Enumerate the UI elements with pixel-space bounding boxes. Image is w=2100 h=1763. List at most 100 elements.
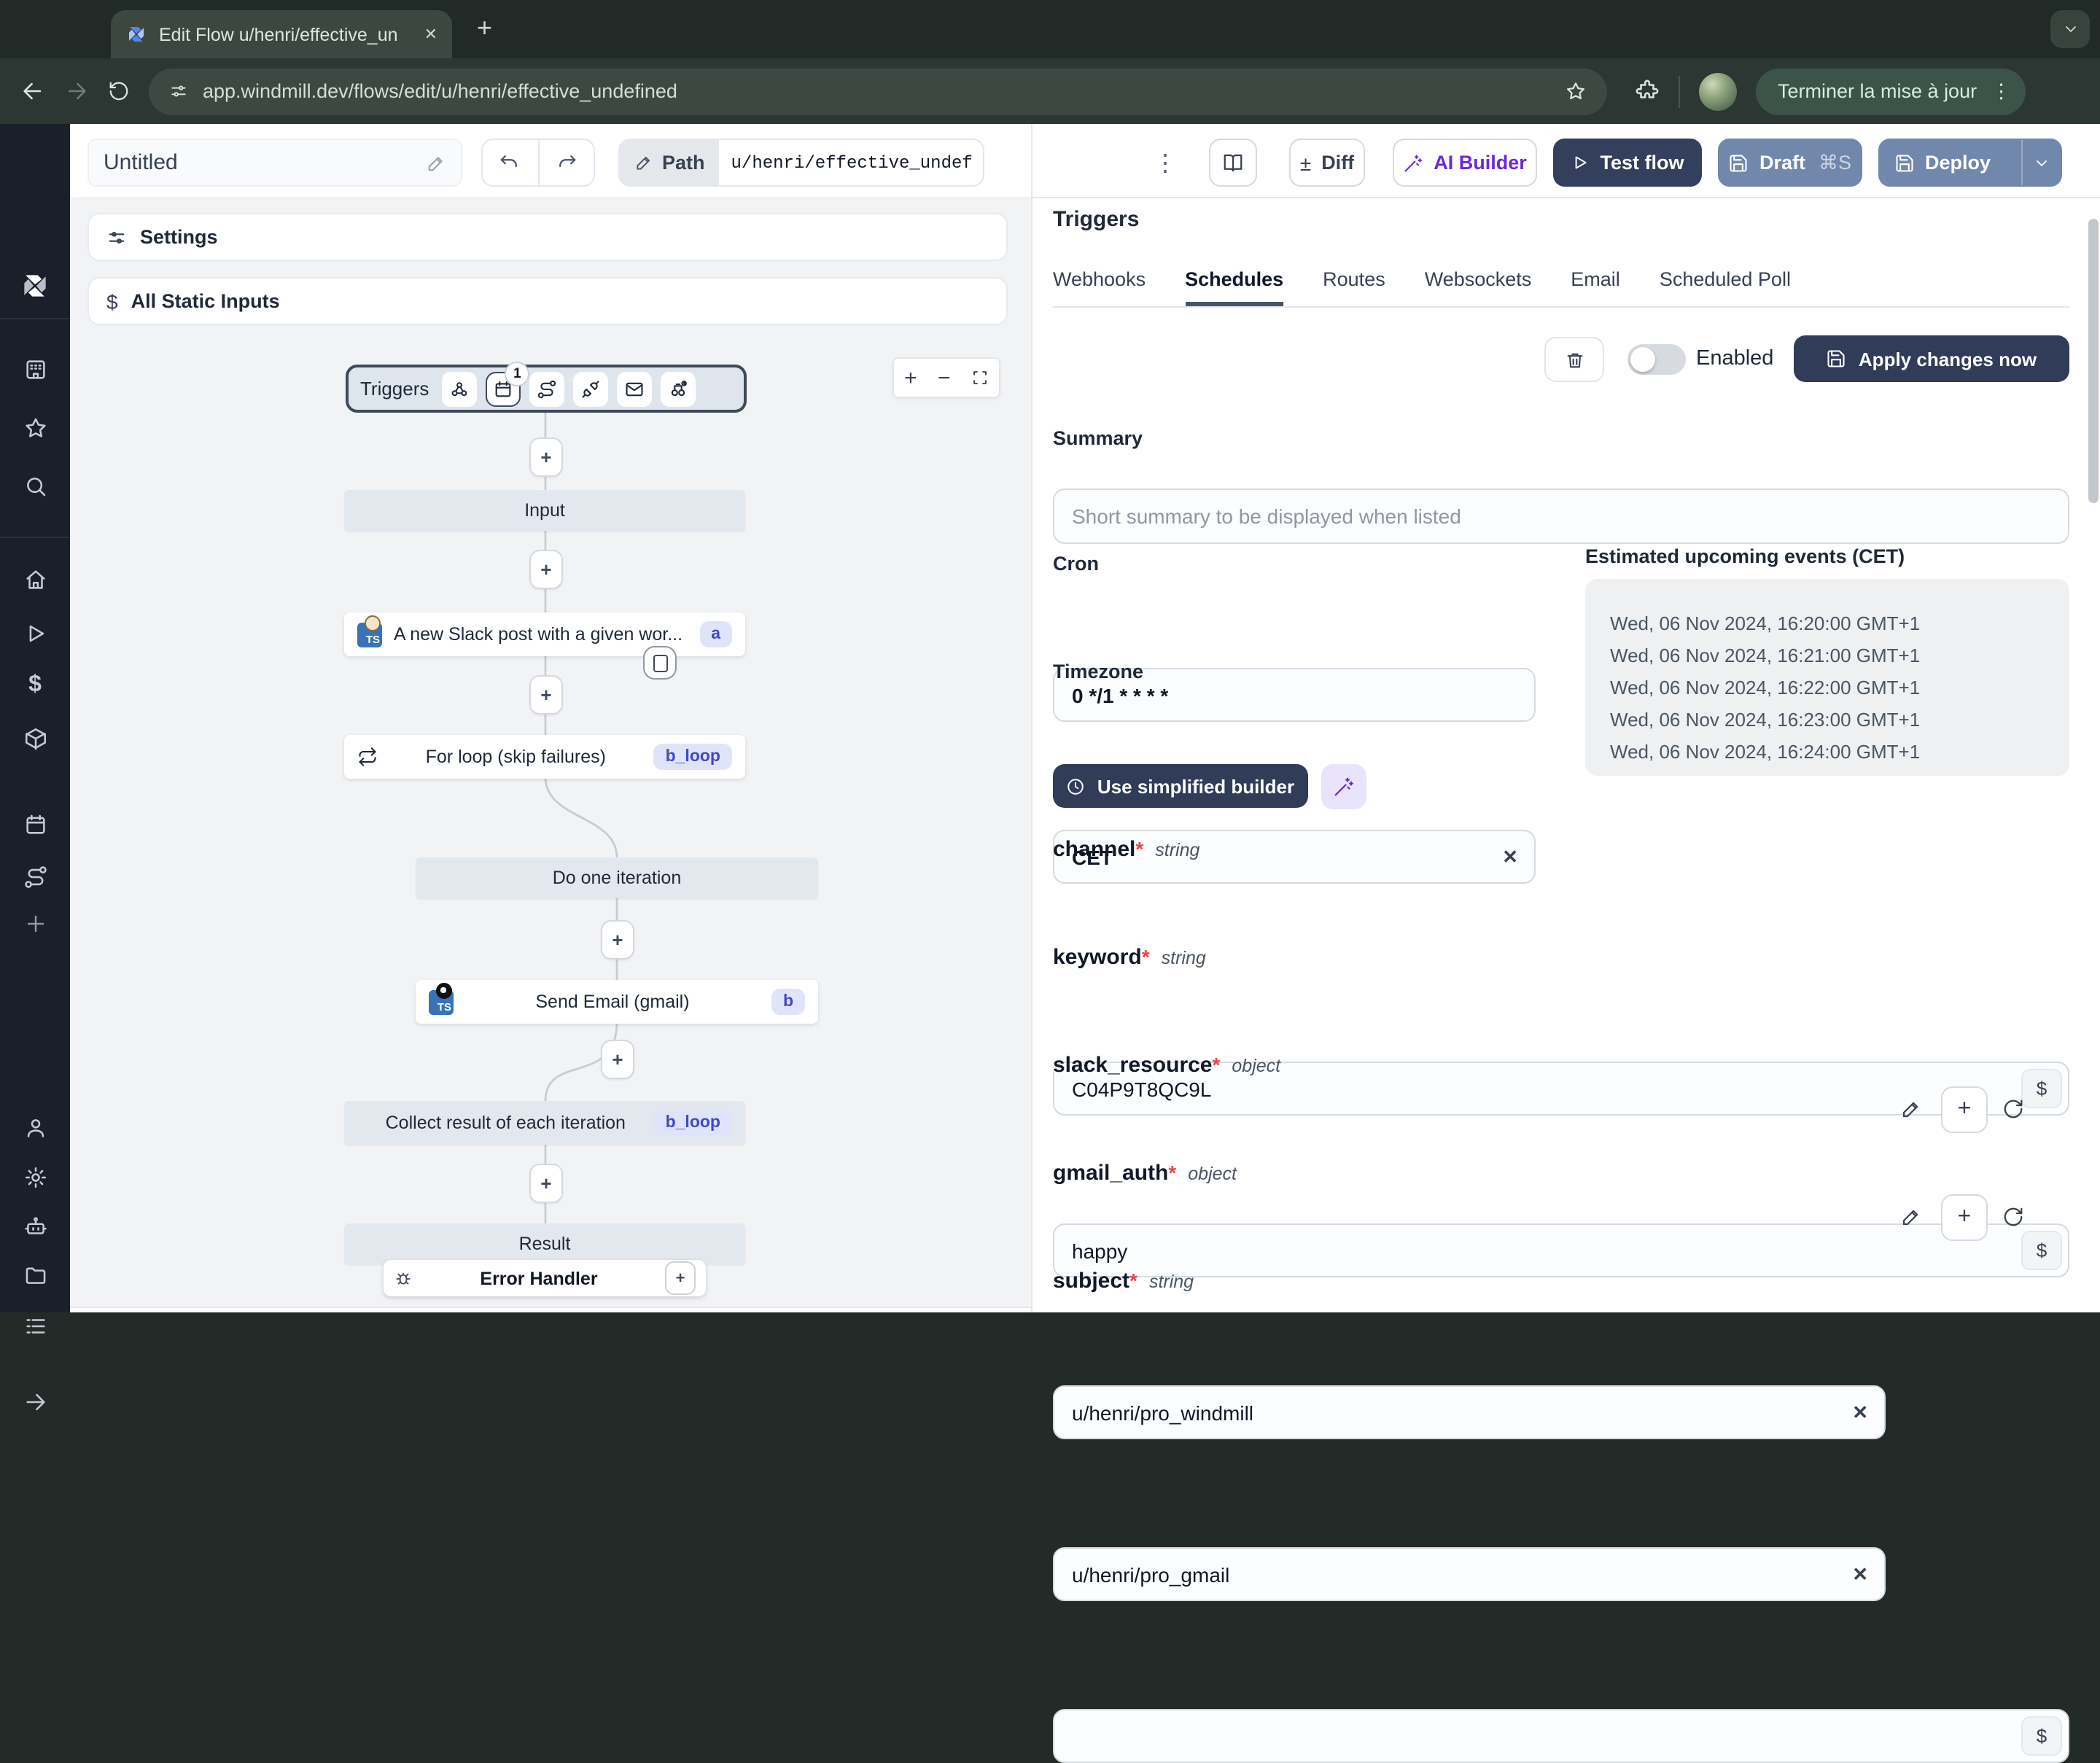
- insert-step-button[interactable]: +: [601, 1040, 634, 1079]
- undo-button[interactable]: [483, 140, 539, 185]
- route-trigger-icon[interactable]: [529, 371, 565, 406]
- sidebar-item-routes[interactable]: [0, 865, 70, 890]
- tab-webhooks[interactable]: Webhooks: [1053, 268, 1146, 306]
- refresh-resource-icon[interactable]: [2002, 1206, 2024, 1228]
- clear-timezone-icon[interactable]: ✕: [1502, 845, 1518, 868]
- ai-cron-wand-button[interactable]: [1321, 764, 1366, 809]
- reload-icon[interactable]: [108, 80, 130, 102]
- new-tab-button[interactable]: +: [477, 13, 492, 44]
- sidebar-item-variables[interactable]: $: [0, 672, 70, 698]
- zoom-in-button[interactable]: +: [904, 365, 917, 390]
- keyword-input[interactable]: [1054, 1239, 2068, 1262]
- clear-resource-icon[interactable]: ✕: [1852, 1401, 1868, 1424]
- scheduled-poll-trigger-icon[interactable]: [661, 371, 696, 406]
- browser-update-button[interactable]: Terminer la mise à jour ⋮: [1756, 68, 2026, 114]
- add-resource-button[interactable]: +: [1941, 1086, 1988, 1133]
- edit-name-pencil-icon[interactable]: [426, 152, 446, 173]
- interpolate-button[interactable]: $: [2021, 1716, 2062, 1756]
- email-trigger-icon[interactable]: [617, 371, 653, 406]
- stop-after-if-button[interactable]: [643, 646, 677, 680]
- do-one-iteration-node[interactable]: Do one iteration: [416, 857, 818, 898]
- redo-button[interactable]: [539, 140, 594, 185]
- sidebar-expand-arrow-icon[interactable]: [0, 1390, 70, 1414]
- gmail-auth-input[interactable]: [1054, 1562, 1884, 1586]
- collect-result-node[interactable]: Collect result of each iteration b_loop: [344, 1101, 745, 1145]
- forloop-node[interactable]: For loop (skip failures) b_loop: [344, 735, 745, 779]
- site-settings-icon[interactable]: [169, 82, 188, 101]
- browser-menu-kebab-icon[interactable]: ⋮: [1991, 79, 2011, 103]
- profile-avatar[interactable]: [1699, 72, 1737, 110]
- sidebar-item-runs[interactable]: [0, 621, 70, 646]
- interpolate-button[interactable]: $: [2021, 1069, 2062, 1108]
- windmill-logo[interactable]: [0, 270, 70, 302]
- sidebar-item-resources[interactable]: [0, 726, 70, 751]
- tab-close-icon[interactable]: ✕: [424, 25, 438, 44]
- channel-input[interactable]: [1054, 1077, 2068, 1100]
- insert-step-button[interactable]: +: [529, 1164, 563, 1203]
- insert-step-button[interactable]: +: [529, 550, 563, 589]
- sidebar-item-folders[interactable]: [0, 1263, 70, 1288]
- sidebar-item-favorites[interactable]: [0, 416, 70, 440]
- error-handler-node[interactable]: Error Handler +: [384, 1260, 706, 1296]
- zoom-out-button[interactable]: −: [938, 365, 951, 390]
- url-bar[interactable]: app.windmill.dev/flows/edit/u/henri/effe…: [149, 68, 1607, 114]
- ai-builder-button[interactable]: AI Builder: [1393, 139, 1537, 187]
- draft-button[interactable]: Draft ⌘S: [1718, 139, 1862, 187]
- sidebar-item-users[interactable]: [0, 1116, 70, 1140]
- triggers-node[interactable]: Triggers 1: [346, 361, 747, 413]
- webhook-trigger-icon[interactable]: [442, 371, 478, 406]
- simplified-builder-button[interactable]: Use simplified builder: [1053, 764, 1308, 808]
- forward-icon[interactable]: [64, 79, 89, 104]
- deploy-dropdown-chevron-icon[interactable]: [2021, 140, 2061, 185]
- edit-resource-pencil-icon[interactable]: [1900, 1098, 1922, 1120]
- settings-bar[interactable]: Settings: [88, 213, 1008, 261]
- flow-name-box[interactable]: Untitled: [88, 139, 462, 187]
- slack-resource-input[interactable]: [1054, 1401, 1884, 1424]
- interpolate-button[interactable]: $: [2021, 1231, 2062, 1270]
- sidebar-item-home[interactable]: [0, 567, 70, 592]
- insert-step-button[interactable]: +: [601, 920, 634, 960]
- send-email-node[interactable]: TS Send Email (gmail) b: [416, 980, 818, 1024]
- sidebar-item-logs[interactable]: [0, 1314, 70, 1339]
- tab-routes[interactable]: Routes: [1323, 268, 1385, 306]
- sidebar-item-add[interactable]: [0, 911, 70, 936]
- delete-schedule-button[interactable]: [1544, 337, 1604, 382]
- summary-input[interactable]: [1054, 505, 2068, 528]
- sidebar-item-workers[interactable]: [0, 1215, 70, 1239]
- sidebar-item-settings[interactable]: [0, 1165, 70, 1190]
- add-resource-button[interactable]: +: [1941, 1194, 1988, 1241]
- add-error-handler-button[interactable]: +: [665, 1261, 696, 1295]
- subject-input[interactable]: [1054, 1724, 2068, 1748]
- edit-resource-pencil-icon[interactable]: [1900, 1206, 1922, 1228]
- tab-schedules[interactable]: Schedules: [1185, 268, 1284, 306]
- clear-resource-icon[interactable]: ✕: [1852, 1562, 1868, 1586]
- insert-step-button[interactable]: +: [529, 437, 563, 477]
- schedule-trigger-icon[interactable]: 1: [486, 361, 530, 406]
- tab-websockets[interactable]: Websockets: [1425, 268, 1532, 306]
- websocket-trigger-icon[interactable]: [573, 371, 609, 406]
- tab-email[interactable]: Email: [1571, 268, 1620, 306]
- diff-button[interactable]: ± Diff: [1289, 139, 1365, 187]
- sidebar-item-search[interactable]: [0, 474, 70, 499]
- slack-step-node[interactable]: TS A new Slack post with a given wor... …: [344, 612, 745, 656]
- back-icon[interactable]: [20, 79, 45, 104]
- apply-changes-button[interactable]: Apply changes now: [1794, 335, 2069, 382]
- refresh-resource-icon[interactable]: [2002, 1098, 2024, 1120]
- result-node[interactable]: Result: [344, 1223, 745, 1264]
- scrollbar-thumb[interactable]: [2088, 219, 2099, 503]
- bookmark-star-icon[interactable]: [1565, 80, 1587, 102]
- sidebar-item-schedules[interactable]: [0, 812, 70, 837]
- enabled-toggle[interactable]: [1628, 344, 1686, 375]
- all-static-inputs-bar[interactable]: $ All Static Inputs: [88, 277, 1008, 325]
- deploy-button[interactable]: Deploy: [1878, 139, 2062, 187]
- extensions-puzzle-icon[interactable]: [1635, 79, 1660, 104]
- test-flow-button[interactable]: Test flow: [1553, 139, 1702, 187]
- path-input[interactable]: u/henri/effective_undef: [720, 140, 983, 185]
- tab-search-chevron-icon[interactable]: [2050, 10, 2090, 48]
- tab-scheduled-poll[interactable]: Scheduled Poll: [1660, 268, 1791, 306]
- browser-tab[interactable]: Edit Flow u/henri/effective_un ✕: [111, 10, 452, 58]
- docs-book-button[interactable]: [1209, 139, 1257, 187]
- cron-input[interactable]: [1054, 683, 1534, 707]
- fit-view-button[interactable]: [971, 369, 989, 386]
- insert-step-button[interactable]: +: [529, 675, 563, 715]
